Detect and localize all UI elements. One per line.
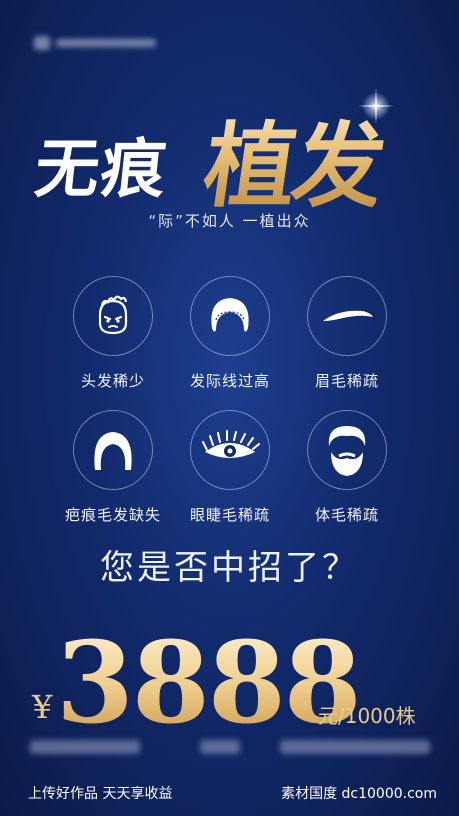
symptom-item: 眼睫毛稀疏 bbox=[170, 410, 290, 525]
high-hairline-icon bbox=[190, 276, 270, 356]
question-text: 您是否中招了？ bbox=[100, 548, 359, 588]
symptom-item: 疤痕毛发缺失 bbox=[53, 410, 173, 525]
symptom-label: 发际线过高 bbox=[189, 372, 270, 390]
contact-blurred bbox=[30, 740, 140, 754]
eyelash-icon bbox=[190, 410, 270, 490]
headline-white: 无痕 bbox=[31, 132, 172, 207]
symptom-label: 眼睫毛稀疏 bbox=[189, 506, 270, 524]
beard-icon bbox=[307, 410, 387, 490]
sparkle-icon bbox=[358, 88, 394, 124]
sparse-eyebrow-icon bbox=[307, 276, 387, 356]
symptom-item: 发际线过高 bbox=[170, 276, 290, 391]
footer-left-text: 上传好作品 天天享收益 bbox=[28, 786, 173, 802]
footer-bar: 上传好作品 天天享收益 素材国度 dc10000.com bbox=[0, 776, 459, 816]
sparse-hair-head-icon bbox=[73, 276, 153, 356]
contact-blurred bbox=[200, 740, 240, 754]
symptom-label: 体毛稀疏 bbox=[314, 506, 379, 524]
currency-symbol: ¥ bbox=[32, 688, 53, 726]
symptom-label: 眉毛稀疏 bbox=[314, 372, 379, 390]
logo-blurred bbox=[34, 34, 164, 52]
price-unit: 元/1000株 bbox=[318, 704, 416, 728]
contact-blurred bbox=[280, 740, 430, 754]
footer-right-text[interactable]: 素材国度 dc10000.com bbox=[281, 783, 437, 803]
scar-hair-loss-icon bbox=[73, 410, 153, 490]
symptom-label: 头发稀少 bbox=[80, 372, 145, 390]
symptom-item: 体毛稀疏 bbox=[287, 410, 407, 525]
symptom-item: 眉毛稀疏 bbox=[287, 276, 407, 391]
subtitle: “际”不如人 一植出众 bbox=[148, 212, 311, 230]
price-block: ¥ 3888 元/1000株 bbox=[0, 618, 459, 749]
symptom-label: 疤痕毛发缺失 bbox=[64, 506, 161, 524]
symptom-item: 头发稀少 bbox=[53, 276, 173, 391]
price-amount: 3888 bbox=[56, 618, 362, 749]
